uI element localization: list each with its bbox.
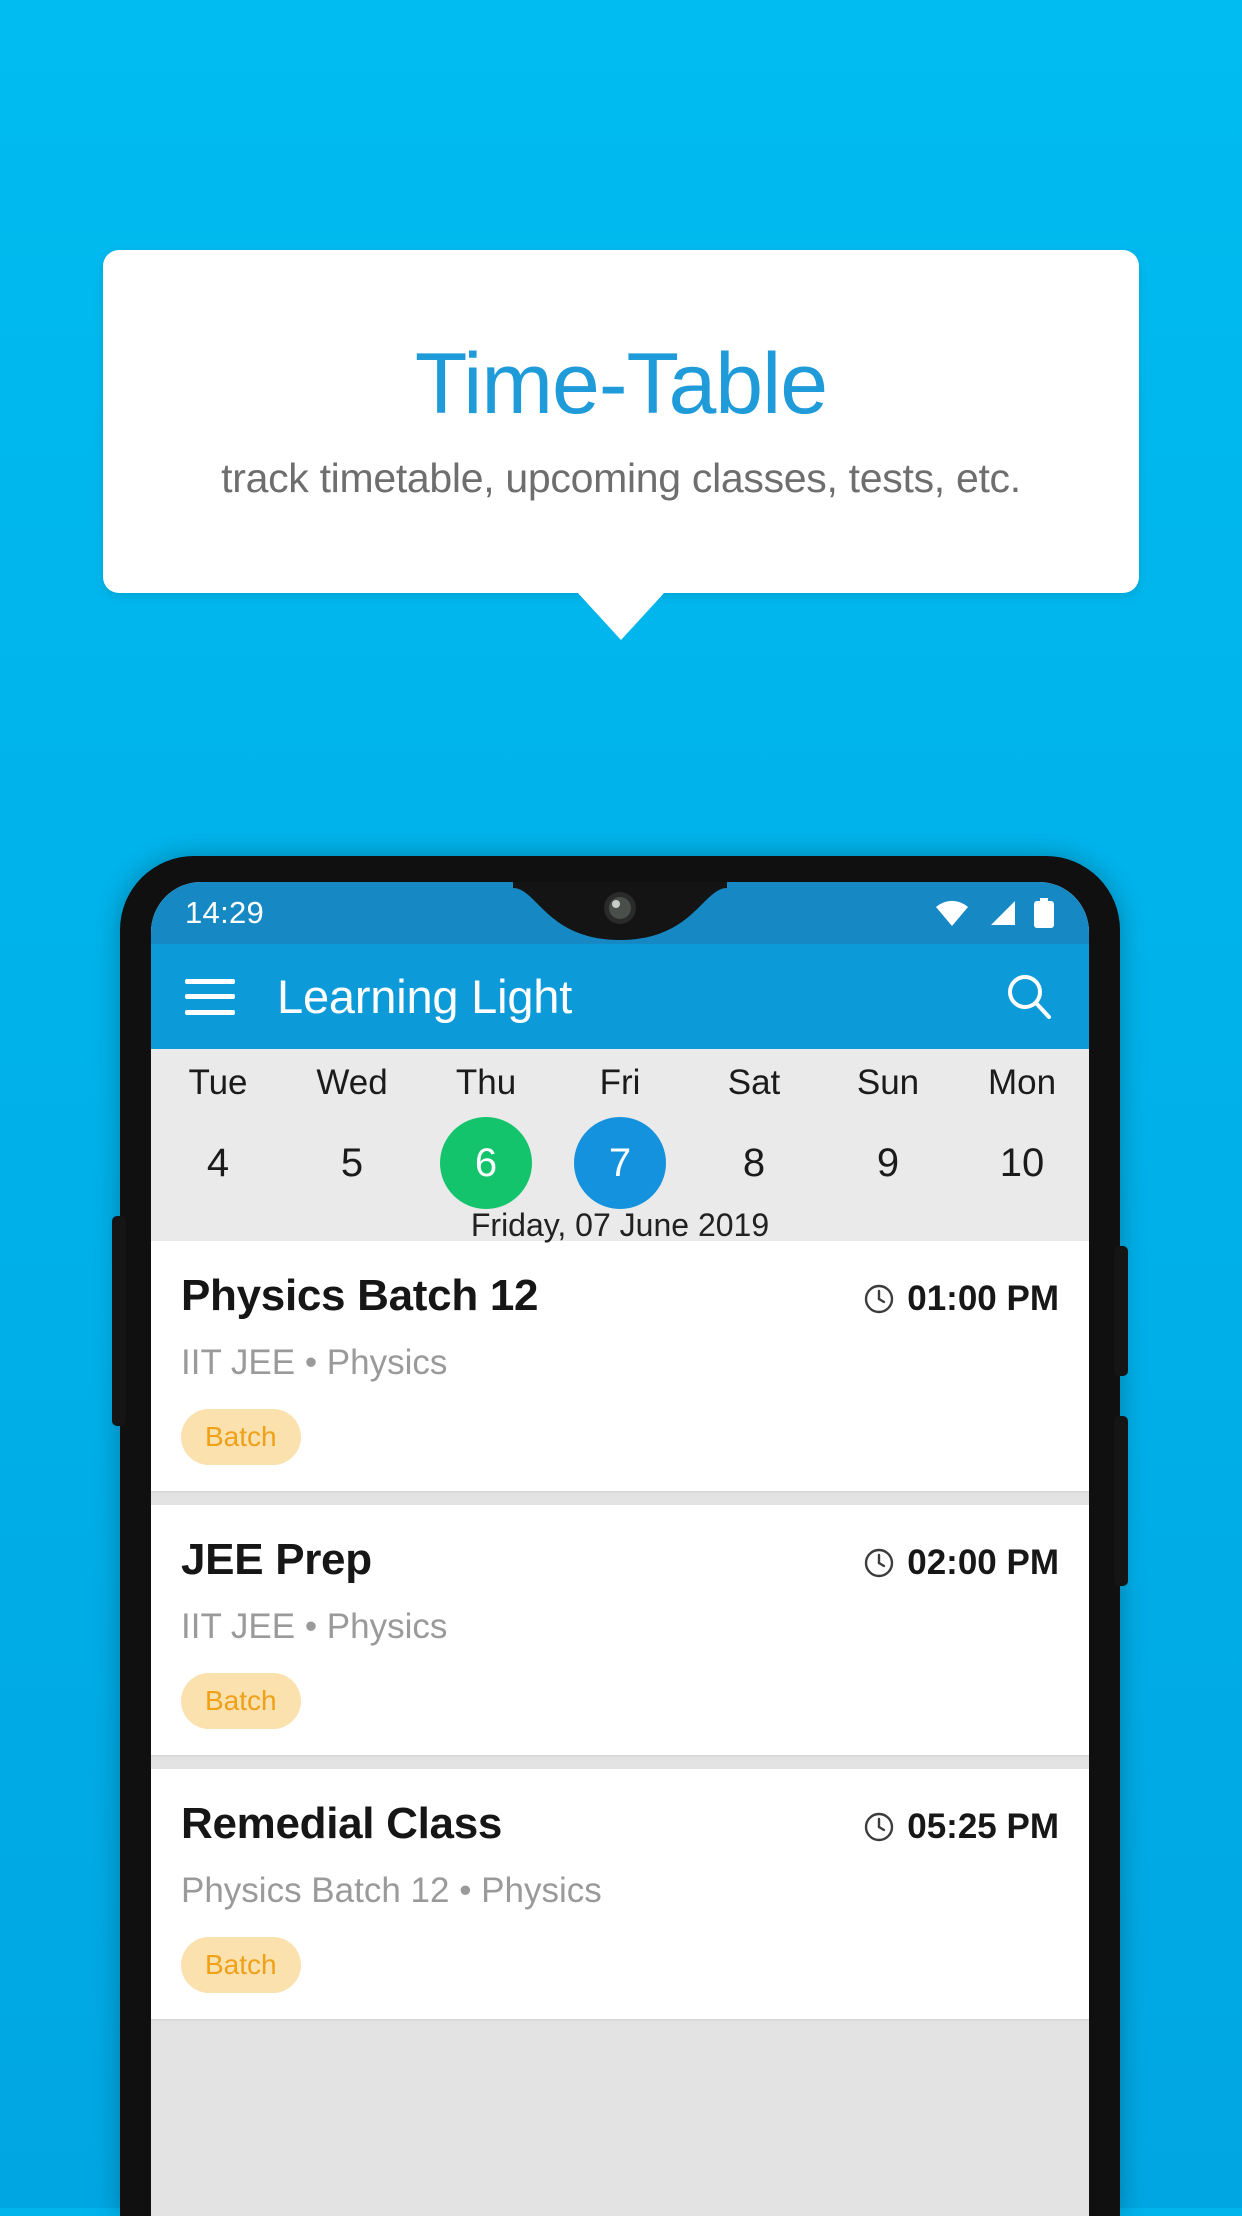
camera-notch (513, 882, 727, 944)
class-card-header: Remedial Class 05:25 PM (181, 1799, 1059, 1849)
class-card-header: Physics Batch 12 01:00 PM (181, 1271, 1059, 1321)
app-bar: Learning Light (151, 944, 1089, 1049)
promo-title: Time-Table (414, 336, 828, 432)
class-list[interactable]: Physics Batch 12 01:00 PM IIT JEE • Phys… (151, 1241, 1089, 2216)
day-number-row: 4 5 6 7 8 9 10 (151, 1117, 1089, 1209)
day-col-4[interactable]: Sat (687, 1063, 821, 1103)
search-icon[interactable] (1003, 971, 1055, 1023)
status-bar-time: 14:29 (185, 895, 265, 930)
status-badge: Batch (181, 1673, 301, 1729)
clock-icon (865, 1812, 894, 1842)
class-chip-row: Batch (181, 1673, 1059, 1729)
date-strip: Tue Wed Thu Fri Sat Sun Mon 4 5 6 7 8 9 … (151, 1049, 1089, 1243)
hamburger-menu-icon[interactable] (185, 978, 235, 1015)
signal-icon (991, 901, 1015, 925)
class-chip-row: Batch (181, 1937, 1059, 1993)
day-number-cell-3[interactable]: 7 (553, 1117, 687, 1209)
phone-mockup: 14:29 Learning Light Tue Wed Thu Fri Sat… (112, 856, 1128, 2216)
volume-button[interactable] (1114, 1416, 1128, 1586)
clock-icon (865, 1548, 894, 1578)
class-time: 02:00 PM (907, 1543, 1059, 1582)
day-col-6[interactable]: Mon (955, 1063, 1089, 1103)
day-name: Thu (455, 1063, 517, 1102)
class-title: Remedial Class (181, 1799, 503, 1848)
class-card[interactable]: JEE Prep 02:00 PM IIT JEE • Physics Batc… (151, 1505, 1089, 1755)
day-number: 10 (999, 1140, 1045, 1185)
class-card[interactable]: Physics Batch 12 01:00 PM IIT JEE • Phys… (151, 1241, 1089, 1491)
class-subtitle: IIT JEE • Physics (181, 1343, 448, 1382)
class-title: Physics Batch 12 (181, 1271, 539, 1320)
class-subtitle: IIT JEE • Physics (181, 1607, 448, 1646)
class-chip-row: Batch (181, 1409, 1059, 1465)
day-number: 5 (340, 1140, 364, 1185)
left-side-button[interactable] (112, 1216, 126, 1426)
class-card-header: JEE Prep 02:00 PM (181, 1535, 1059, 1585)
selected-date-label: Friday, 07 June 2019 (470, 1207, 770, 1243)
day-number-cell-1[interactable]: 5 (285, 1117, 419, 1209)
wifi-icon (936, 900, 968, 926)
day-name: Mon (987, 1063, 1057, 1102)
day-number-selected: 7 (574, 1117, 666, 1209)
status-badge: Batch (181, 1409, 301, 1465)
battery-icon (1034, 898, 1054, 928)
day-col-0[interactable]: Tue (151, 1063, 285, 1103)
class-title: JEE Prep (181, 1535, 372, 1584)
status-badge: Batch (181, 1937, 301, 1993)
promo-card-tail (577, 592, 665, 640)
day-number-cell-0[interactable]: 4 (151, 1117, 285, 1209)
class-subtitle: Physics Batch 12 • Physics (181, 1871, 602, 1910)
day-number-cell-2[interactable]: 6 (419, 1117, 553, 1209)
day-name: Sun (856, 1063, 920, 1102)
day-number: 8 (742, 1140, 766, 1185)
promo-card: Time-Table track timetable, upcoming cla… (103, 250, 1139, 593)
day-name-row: Tue Wed Thu Fri Sat Sun Mon (151, 1063, 1089, 1103)
status-bar-icons (935, 898, 1055, 928)
day-col-3[interactable]: Fri (553, 1063, 687, 1103)
clock-icon (865, 1284, 894, 1314)
class-time-group: 05:25 PM (863, 1799, 1059, 1847)
power-button[interactable] (1114, 1246, 1128, 1376)
day-name: Wed (316, 1063, 388, 1102)
phone-screen: 14:29 Learning Light Tue Wed Thu Fri Sat… (151, 882, 1089, 2216)
day-col-2[interactable]: Thu (419, 1063, 553, 1103)
day-name: Tue (188, 1063, 248, 1102)
day-col-5[interactable]: Sun (821, 1063, 955, 1103)
day-col-1[interactable]: Wed (285, 1063, 419, 1103)
day-number-cell-4[interactable]: 8 (687, 1117, 821, 1209)
day-number-cell-5[interactable]: 9 (821, 1117, 955, 1209)
day-number: 9 (876, 1140, 900, 1185)
class-card[interactable]: Remedial Class 05:25 PM Physics Batch 12… (151, 1769, 1089, 2019)
day-number-cell-6[interactable]: 10 (955, 1117, 1089, 1209)
class-time: 05:25 PM (907, 1807, 1059, 1846)
app-title: Learning Light (277, 970, 573, 1023)
class-time-group: 02:00 PM (863, 1535, 1059, 1583)
class-time-group: 01:00 PM (863, 1271, 1059, 1319)
class-time: 01:00 PM (907, 1279, 1059, 1318)
day-number-today: 6 (440, 1117, 532, 1209)
day-number: 4 (206, 1140, 230, 1185)
day-name: Fri (599, 1063, 641, 1102)
promo-subtitle: track timetable, upcoming classes, tests… (221, 455, 1021, 501)
day-name: Sat (727, 1063, 781, 1102)
